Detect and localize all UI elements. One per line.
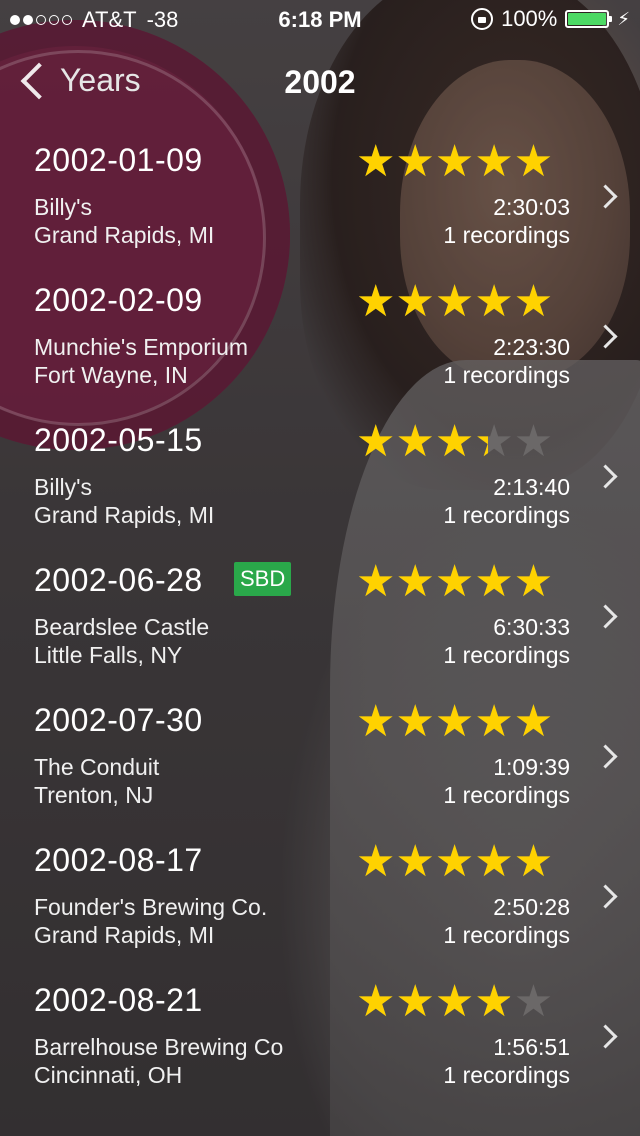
rating-stars-filled: ★★★★★ [356, 280, 554, 324]
rating-stars: ★★★★★ ★★★★★ [356, 280, 576, 324]
chevron-right-icon [593, 884, 618, 909]
show-duration: 6:30:33 [493, 614, 570, 640]
show-venue: Beardslee Castle [34, 614, 210, 640]
show-city: Little Falls, NY [34, 642, 183, 668]
show-city: Grand Rapids, MI [34, 922, 215, 948]
show-duration: 2:13:40 [493, 474, 570, 500]
chevron-right-icon [593, 184, 618, 209]
show-venue: Billy's [34, 474, 93, 500]
chevron-right-icon [593, 744, 618, 769]
show-venue: Billy's [34, 194, 93, 220]
rating-stars: ★★★★★ ★★★★★ [356, 560, 576, 604]
show-date: 2002-07-30 [34, 702, 203, 738]
show-date: 2002-08-21 [34, 982, 203, 1018]
show-row[interactable]: 2002-08-21 ★★★★★ ★★★★★ Barrelhouse Brewi… [0, 968, 640, 1108]
show-row[interactable]: 2002-08-17 ★★★★★ ★★★★★ Founder's Brewing… [0, 828, 640, 968]
show-recordings-count: 1 recordings [443, 502, 570, 528]
rating-stars-filled: ★★★★★ [356, 140, 554, 184]
rating-stars-filled: ★★★★★ [356, 700, 554, 744]
show-date: 2002-06-28 [34, 562, 203, 598]
rating-stars-filled: ★★★★★ [356, 420, 488, 464]
show-recordings-count: 1 recordings [443, 922, 570, 948]
show-date: 2002-05-15 [34, 422, 203, 458]
show-city: Fort Wayne, IN [34, 362, 188, 388]
rating-stars-filled: ★★★★★ [356, 840, 554, 884]
show-recordings-count: 1 recordings [443, 362, 570, 388]
chevron-right-icon [593, 324, 618, 349]
show-venue: The Conduit [34, 754, 160, 780]
show-recordings-count: 1 recordings [443, 222, 570, 248]
show-recordings-count: 1 recordings [443, 782, 570, 808]
show-duration: 2:30:03 [493, 194, 570, 220]
show-duration: 2:23:30 [493, 334, 570, 360]
chevron-right-icon [593, 604, 618, 629]
show-row[interactable]: 2002-07-30 ★★★★★ ★★★★★ The Conduit Trento… [0, 688, 640, 828]
show-venue: Munchie's Emporium [34, 334, 249, 360]
show-recordings-count: 1 recordings [443, 1062, 570, 1088]
show-recordings-count: 1 recordings [443, 642, 570, 668]
chevron-right-icon [593, 1024, 618, 1049]
show-duration: 1:09:39 [493, 754, 570, 780]
shows-list: 2002-01-09 ★★★★★ ★★★★★ Billy's Grand Rapi… [0, 128, 640, 1108]
battery-percent: 100% [501, 6, 558, 31]
show-row[interactable]: 2002-01-09 ★★★★★ ★★★★★ Billy's Grand Rapi… [0, 128, 640, 268]
rating-stars: ★★★★★ ★★★★★ [356, 420, 576, 464]
show-date: 2002-01-09 [34, 142, 203, 178]
show-duration: 2:50:28 [493, 894, 570, 920]
chevron-right-icon [593, 464, 618, 489]
sbd-badge: SBD [234, 562, 292, 596]
rating-stars: ★★★★★ ★★★★★ [356, 700, 576, 744]
show-venue: Founder's Brewing Co. [34, 894, 268, 920]
rating-stars: ★★★★★ ★★★★★ [356, 980, 576, 1024]
rating-stars: ★★★★★ ★★★★★ [356, 840, 576, 884]
status-bar: AT&T -38 6:18 PM 100% ⚡ [0, 0, 640, 40]
rating-stars-filled: ★★★★★ [356, 980, 510, 1024]
show-duration: 1:56:51 [493, 1034, 570, 1060]
show-row[interactable]: 2002-02-09 ★★★★★ ★★★★★ Munchie's Emporiu… [0, 268, 640, 408]
charging-bolt-icon: ⚡ [617, 8, 630, 29]
show-city: Grand Rapids, MI [34, 222, 215, 248]
rating-stars-filled: ★★★★★ [356, 560, 554, 604]
battery-icon [565, 10, 613, 28]
show-row[interactable]: 2002-05-15 ★★★★★ ★★★★★ Billy'sGrand Rapi… [0, 408, 640, 548]
show-city: Grand Rapids, MI [34, 502, 215, 528]
navigation-bar: Years 2002 [0, 40, 640, 128]
show-row[interactable]: 2002-06-28 SBD ★★★★★ ★★★★★ Beardslee Cast… [0, 548, 640, 688]
orientation-lock-icon [471, 8, 494, 30]
show-venue: Barrelhouse Brewing Co [34, 1034, 284, 1060]
page-title: 2002 [284, 64, 356, 100]
show-date: 2002-08-17 [34, 842, 203, 878]
show-city: Trenton, NJ [34, 782, 154, 808]
show-date: 2002-02-09 [34, 282, 203, 318]
rating-stars: ★★★★★ ★★★★★ [356, 140, 576, 184]
show-city: Cincinnati, OH [34, 1062, 183, 1088]
